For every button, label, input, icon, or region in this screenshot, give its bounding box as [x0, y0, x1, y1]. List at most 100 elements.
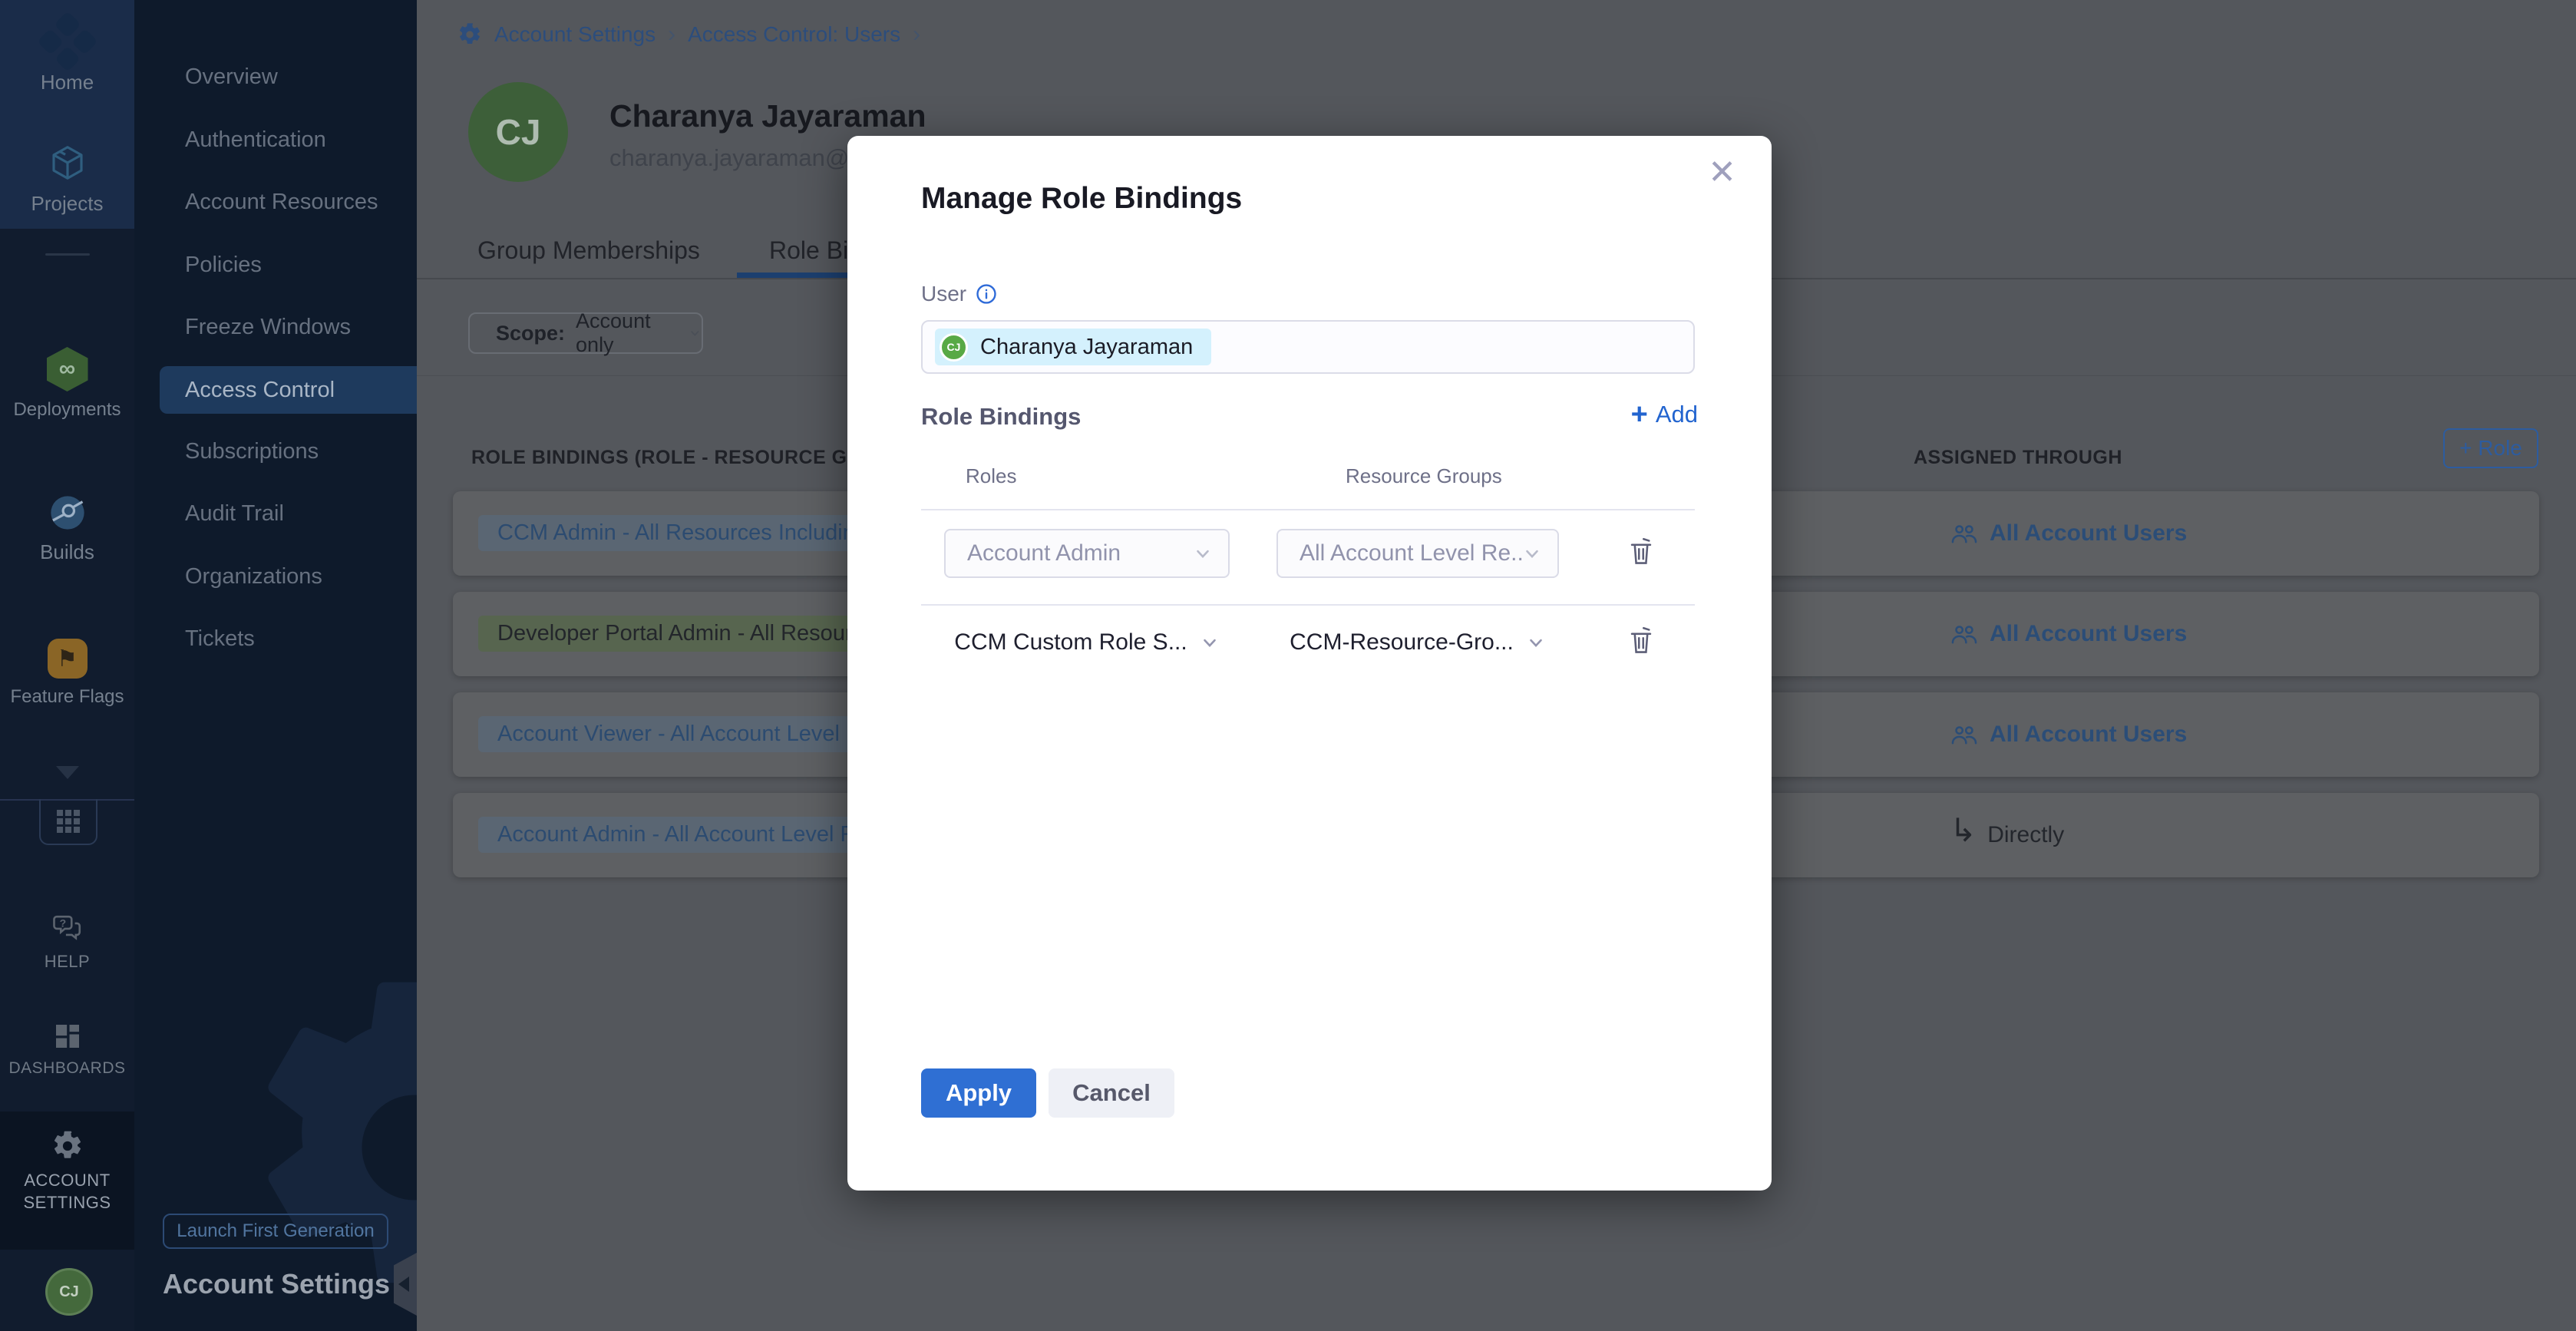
launch-first-generation-button[interactable]: Launch First Generation [163, 1214, 388, 1249]
info-icon[interactable] [976, 283, 997, 305]
manage-role-bindings-modal: ✕ Manage Role Bindings User CJ Charanya … [847, 136, 1772, 1191]
rail-item-account-settings[interactable]: ACCOUNT SETTINGS [0, 1130, 134, 1214]
user-name: Charanya Jayaraman [609, 98, 926, 134]
scope-dropdown[interactable]: Scope: Account only [468, 312, 703, 354]
cancel-button[interactable]: Cancel [1049, 1068, 1174, 1118]
resource-group-select[interactable]: CCM-Resource-Gro... [1276, 618, 1559, 667]
home-icon [37, 11, 97, 71]
user-group-icon [1950, 720, 1979, 749]
assigned-through-link[interactable]: All Account Users [1950, 592, 2187, 676]
chevron-down-icon [1522, 543, 1542, 563]
delete-role-binding-button[interactable] [1624, 532, 1658, 570]
module-picker-button[interactable] [39, 799, 97, 845]
grid-icon [57, 810, 80, 833]
subnav-item-access-control[interactable]: Access Control [160, 366, 417, 414]
role-select[interactable]: CCM Custom Role S... [944, 618, 1230, 667]
breadcrumb-account-settings[interactable]: Account Settings [494, 22, 656, 47]
subnav-item-tickets[interactable]: Tickets [185, 623, 255, 654]
subnav-item-organizations[interactable]: Organizations [185, 561, 322, 592]
add-role-binding-button[interactable]: + Add [1631, 400, 1698, 429]
assigned-through-directly: ↳ Directly [1950, 793, 2064, 877]
subnav-item-account-resources[interactable]: Account Resources [185, 187, 378, 217]
gear-icon [51, 1130, 84, 1162]
subnav-title: Account Settings [163, 1268, 390, 1300]
chevron-down-icon [1193, 543, 1213, 563]
rail-item-label: DASHBOARDS [8, 1059, 125, 1078]
rail-item-label: Deployments [13, 399, 121, 421]
column-header-role-bindings: ROLE BINDINGS (ROLE - RESOURCE GROUP) [471, 447, 911, 469]
gear-icon [457, 22, 482, 47]
scope-label: Scope: [496, 322, 565, 345]
rail-item-home[interactable]: Home [0, 20, 134, 94]
delete-role-binding-button[interactable] [1624, 621, 1658, 659]
settings-subnav: Overview Authentication Account Resource… [134, 0, 417, 1331]
apply-button[interactable]: Apply [921, 1068, 1036, 1118]
avatar: CJ [940, 333, 968, 362]
modal-column-roles: Roles [966, 464, 1016, 488]
dashboards-icon [52, 1021, 83, 1052]
breadcrumb-separator: › [913, 21, 920, 48]
resource-group-select[interactable]: All Account Level Re... [1276, 529, 1559, 578]
rail-item-label: Projects [31, 192, 104, 216]
rail-item-deployments[interactable]: ∞ Deployments [0, 347, 134, 421]
rail-item-label: Builds [40, 540, 94, 564]
rail-item-feature-flags[interactable]: ⚑ Feature Flags [0, 639, 134, 708]
user-input[interactable]: CJ Charanya Jayaraman [921, 320, 1695, 374]
rail-item-builds[interactable]: Builds [0, 493, 134, 564]
svg-text:?: ? [59, 917, 66, 929]
column-header-assigned-through: ASSIGNED THROUGH [1914, 447, 2122, 469]
builds-icon [48, 493, 88, 533]
collapse-arrow-icon [398, 1277, 409, 1292]
tab-group-memberships[interactable]: Group Memberships [477, 236, 700, 265]
assigned-through-link[interactable]: All Account Users [1950, 491, 2187, 576]
role-select[interactable]: Account Admin [944, 529, 1230, 578]
add-role-button[interactable]: + Role [2443, 428, 2538, 468]
scope-value: Account only [576, 309, 658, 357]
rail-expand-chevron[interactable] [56, 766, 79, 779]
rail-item-label: Feature Flags [10, 686, 124, 708]
projects-cube-icon [47, 141, 88, 184]
subnav-item-subscriptions[interactable]: Subscriptions [185, 436, 319, 467]
divider [921, 509, 1695, 510]
modal-column-resource-groups: Resource Groups [1346, 464, 1502, 488]
close-icon[interactable]: ✕ [1708, 153, 1736, 192]
rail-item-label: Home [41, 71, 94, 94]
rail-item-label: ACCOUNT SETTINGS [21, 1170, 114, 1214]
app-root: Home Projects ∞ Deployments Builds ⚑ Fea… [0, 0, 2576, 1331]
modal-title: Manage Role Bindings [921, 182, 1242, 216]
chevron-down-icon [1200, 632, 1220, 652]
user-group-icon [1950, 619, 1979, 649]
role-bindings-section-title: Role Bindings [921, 403, 1081, 431]
module-rail: Home Projects ∞ Deployments Builds ⚑ Fea… [0, 0, 134, 1331]
breadcrumb: Account Settings › Access Control: Users… [457, 21, 920, 48]
selected-user-name: Charanya Jayaraman [980, 335, 1193, 360]
chevron-down-icon [56, 766, 79, 779]
direct-assignment-icon: ↳ [1950, 814, 1977, 847]
rail-item-help[interactable]: ? HELP [0, 912, 134, 972]
breadcrumb-access-control-users[interactable]: Access Control: Users [688, 22, 900, 47]
chevron-down-icon [1526, 632, 1546, 652]
rail-divider [45, 253, 90, 256]
deployments-icon: ∞ [47, 347, 88, 391]
rail-item-label: HELP [45, 952, 90, 972]
user-group-icon [1950, 519, 1979, 548]
rail-item-dashboards[interactable]: DASHBOARDS [0, 1021, 134, 1078]
help-chat-icon: ? [51, 912, 84, 944]
subnav-item-policies[interactable]: Policies [185, 249, 262, 280]
avatar: CJ [45, 1268, 93, 1316]
user-field-label: User [921, 282, 997, 306]
subnav-item-freeze-windows[interactable]: Freeze Windows [185, 312, 351, 342]
selected-user-chip[interactable]: CJ Charanya Jayaraman [935, 329, 1211, 365]
breadcrumb-separator: › [668, 21, 675, 48]
subnav-item-authentication[interactable]: Authentication [185, 124, 326, 155]
chevron-down-icon [689, 324, 702, 342]
assigned-through-link[interactable]: All Account Users [1950, 692, 2187, 777]
subnav-item-audit-trail[interactable]: Audit Trail [185, 498, 284, 529]
subnav-item-overview[interactable]: Overview [185, 61, 278, 92]
divider [921, 604, 1695, 606]
plus-icon: + [1631, 400, 1648, 429]
feature-flags-icon: ⚑ [48, 639, 88, 679]
user-avatar: CJ [468, 82, 568, 182]
rail-user-avatar[interactable]: CJ [45, 1268, 93, 1316]
rail-item-projects[interactable]: Projects [0, 141, 134, 216]
